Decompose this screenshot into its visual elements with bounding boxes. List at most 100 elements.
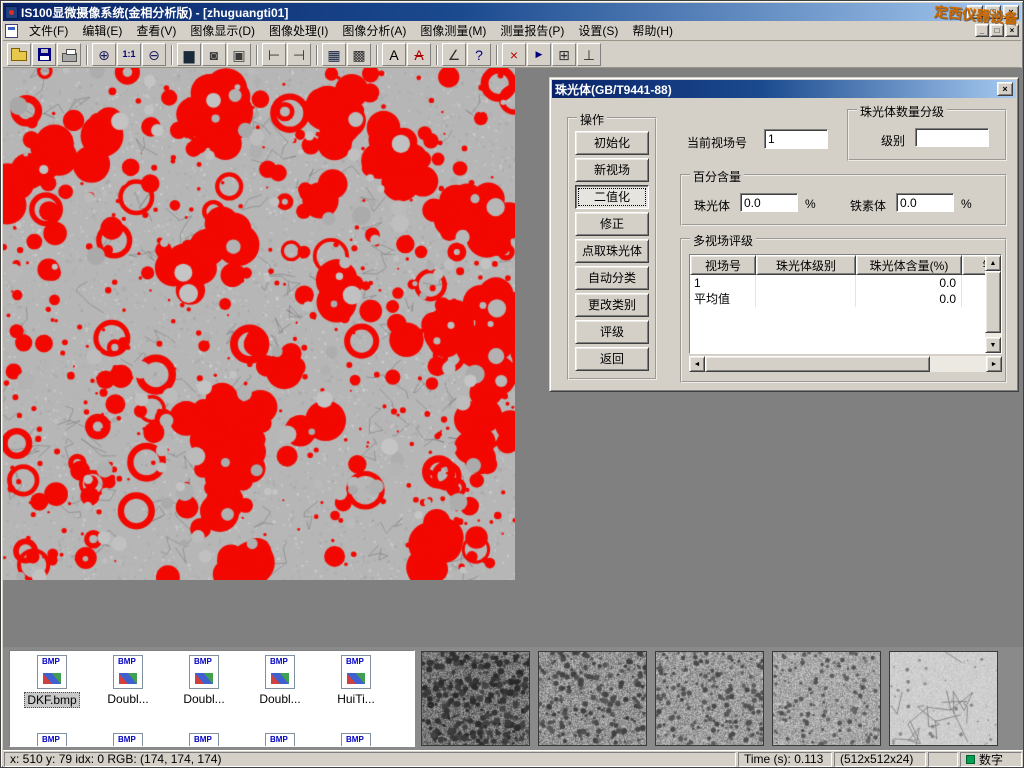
table-header-1[interactable]: 珠光体级别: [756, 255, 856, 275]
file-item[interactable]: BMPDoubl...: [90, 655, 166, 708]
zoom-in-icon: ⊕: [98, 48, 110, 62]
bmp-format-label: BMP: [194, 736, 212, 744]
thumbnail-image[interactable]: [772, 651, 881, 746]
file-item[interactable]: BMPHuiTi...: [318, 655, 394, 708]
menu-bar: 文件(F)编辑(E)查看(V)图像显示(D)图像处理(I)图像分析(A)图像测量…: [3, 21, 1021, 41]
op-button-4[interactable]: 点取珠光体: [575, 239, 649, 263]
caliper-vertical-button[interactable]: ⊣: [287, 43, 311, 66]
bmp-file-icon: BMP: [265, 733, 295, 747]
pointer-select-button[interactable]: ▶: [527, 43, 551, 66]
save-button[interactable]: [32, 43, 56, 66]
dialog-title-bar[interactable]: 珠光体(GB/T9441-88) ×: [552, 80, 1016, 98]
cursor-position-status: x: 510 y: 79 idx: 0 RGB: (174, 174, 174): [4, 752, 736, 767]
menu-item-8[interactable]: 设置(S): [571, 21, 625, 41]
phase-pattern-button[interactable]: ▩: [347, 43, 371, 66]
file-item[interactable]: BMPDKF.bmp: [14, 655, 90, 708]
menu-item-4[interactable]: 图像处理(I): [262, 21, 335, 41]
camera-capture-icon: ◙: [210, 48, 218, 62]
open-file-button[interactable]: [7, 43, 31, 66]
close-icon: ×: [1002, 85, 1007, 94]
pearlite-percent-input[interactable]: [740, 193, 798, 212]
thumbnail-image[interactable]: [421, 651, 530, 746]
level-input[interactable]: [915, 128, 989, 147]
time-status: Time (s): 0.113: [738, 752, 832, 767]
file-item[interactable]: BMP: [14, 733, 90, 747]
zoom-in-button[interactable]: ⊕: [92, 43, 116, 66]
delete-measure-button[interactable]: ×: [502, 43, 526, 66]
op-button-0[interactable]: 初始化: [575, 131, 649, 155]
file-item[interactable]: BMPDoubl...: [242, 655, 318, 708]
menu-item-1[interactable]: 编辑(E): [75, 21, 129, 41]
image-preview-button[interactable]: ▆: [177, 43, 201, 66]
op-button-2[interactable]: 二值化: [575, 185, 649, 209]
op-button-7[interactable]: 评级: [575, 320, 649, 344]
current-field-input[interactable]: [764, 129, 828, 149]
menu-item-0[interactable]: 文件(F): [22, 21, 75, 41]
video-capture-button[interactable]: ▣: [227, 43, 251, 66]
op-button-6[interactable]: 更改类别: [575, 293, 649, 317]
scale-bar-button[interactable]: ⊥: [577, 43, 601, 66]
text-annotation-button[interactable]: A: [382, 43, 406, 66]
horizontal-scroll-track[interactable]: [705, 356, 986, 372]
horizontal-scroll-thumb[interactable]: [705, 356, 930, 372]
grid-overlay-button[interactable]: ⊞: [552, 43, 576, 66]
op-button-1[interactable]: 新视场: [575, 158, 649, 182]
phase-pattern-icon: ▩: [352, 48, 365, 62]
text-delete-button[interactable]: A: [407, 43, 431, 66]
file-name: Doubl...: [257, 692, 302, 706]
dialog-close-button[interactable]: ×: [997, 82, 1013, 96]
app-icon: [5, 6, 18, 19]
table-header-2[interactable]: 珠光体含量(%): [856, 255, 962, 275]
op-button-8[interactable]: 返回: [575, 347, 649, 371]
vertical-scrollbar[interactable]: ▲ ▼: [985, 255, 1001, 353]
table-header-0[interactable]: 视场号: [690, 255, 756, 275]
grading-group-label: 珠光体数量分级: [857, 103, 947, 120]
bmp-format-label: BMP: [118, 736, 136, 744]
file-item[interactable]: BMP: [90, 733, 166, 747]
file-item[interactable]: BMP: [166, 733, 242, 747]
caliper-horizontal-button[interactable]: ⊢: [262, 43, 286, 66]
menu-item-6[interactable]: 图像测量(M): [413, 21, 493, 41]
print-button[interactable]: [57, 43, 81, 66]
bmp-file-icon: BMP: [37, 655, 67, 689]
title-bar[interactable]: IS100显微摄像系统(金相分析版) - [zhuguangti01] _ □ …: [3, 3, 1021, 21]
angle-measure-button[interactable]: ∠: [442, 43, 466, 66]
actual-size-button[interactable]: 1:1: [117, 43, 141, 66]
menu-item-3[interactable]: 图像显示(D): [183, 21, 262, 41]
menu-item-2[interactable]: 查看(V): [129, 21, 183, 41]
file-item[interactable]: BMP: [242, 733, 318, 747]
metallographic-image[interactable]: [3, 68, 515, 580]
thumbnail-image[interactable]: [538, 651, 647, 746]
count-frame-button[interactable]: ▦: [322, 43, 346, 66]
op-button-3[interactable]: 修正: [575, 212, 649, 236]
scroll-right-button[interactable]: ►: [986, 356, 1002, 372]
mode-label: 数字: [979, 751, 1003, 768]
scroll-up-button[interactable]: ▲: [985, 255, 1001, 271]
table-row[interactable]: 平均值0.0: [690, 291, 985, 307]
menu-item-5[interactable]: 图像分析(A): [335, 21, 413, 41]
scroll-down-button[interactable]: ▼: [985, 337, 1001, 353]
bmp-file-icon: BMP: [189, 655, 219, 689]
text-annotation-icon: A: [389, 48, 398, 62]
camera-capture-button[interactable]: ◙: [202, 43, 226, 66]
ferrite-percent-input[interactable]: [896, 193, 954, 212]
file-item[interactable]: BMPDoubl...: [166, 655, 242, 708]
table-body[interactable]: 10.0平均值0.0: [690, 275, 985, 353]
thumbnail-image[interactable]: [655, 651, 764, 746]
table-row[interactable]: 10.0: [690, 275, 985, 291]
op-button-5[interactable]: 自动分类: [575, 266, 649, 290]
file-item[interactable]: BMP: [318, 733, 394, 747]
table-header-3[interactable]: 铁素体含量(%): [962, 255, 985, 275]
menu-item-9[interactable]: 帮助(H): [625, 21, 680, 41]
table-cell: [756, 275, 856, 291]
thumbnail-image[interactable]: [889, 651, 998, 746]
vertical-scroll-thumb[interactable]: [985, 271, 1001, 333]
horizontal-scrollbar[interactable]: ◄ ►: [689, 356, 1002, 372]
scroll-left-button[interactable]: ◄: [689, 356, 705, 372]
zoom-out-button[interactable]: ⊖: [142, 43, 166, 66]
grid-overlay-icon: ⊞: [558, 48, 570, 62]
help-button[interactable]: ?: [467, 43, 491, 66]
mode-status: 数字: [960, 752, 1022, 767]
scale-bar-icon: ⊥: [583, 48, 595, 62]
menu-item-7[interactable]: 测量报告(P): [493, 21, 571, 41]
